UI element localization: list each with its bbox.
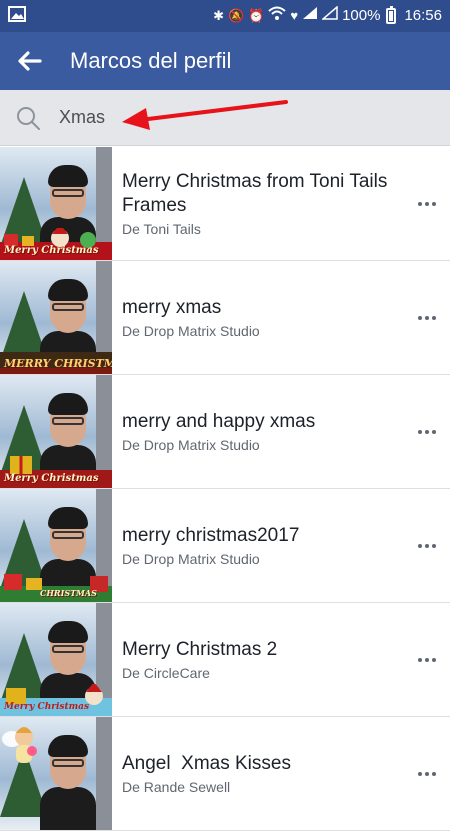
status-bar: ✱ 🔕 ⏰ ♥ 100% 16:56 [0,0,450,32]
frame-title: merry christmas2017 [122,525,300,546]
signal-icon [302,6,318,25]
angel-icon [2,727,37,763]
battery-icon [386,5,397,24]
back-arrow-icon [18,51,42,71]
frame-author: De Drop Matrix Studio [122,323,260,339]
search-input[interactable] [59,107,399,128]
frame-author: De Rande Sewell [122,779,231,795]
gallery-notification-icon [8,6,26,26]
more-icon [418,201,436,206]
frame-author: De Drop Matrix Studio [122,437,260,453]
bluetooth-icon: ✱ [213,7,224,23]
battery-percent: 100% [342,7,381,24]
frame-title: Angel Xmas Kisses [122,753,291,774]
frames-list: Merry Christmas Merry Christmas from Ton… [0,147,450,831]
more-icon [418,315,436,320]
clock: 16:56 [404,7,442,24]
frame-thumbnail: Merry Christmas [0,147,112,260]
mute-icon: 🔕 [227,7,245,23]
signal-icon-2 [321,5,338,25]
more-options-button[interactable] [404,640,450,680]
frame-thumbnail [0,717,112,830]
frame-caption: Merry Christmas [4,702,90,712]
page-title: Marcos del perfil [70,48,232,73]
more-icon [418,657,436,662]
app-bar: Marcos del perfil [0,32,450,90]
more-icon [418,543,436,548]
search-icon [17,106,40,130]
more-options-button[interactable] [404,526,450,566]
more-options-button[interactable] [404,754,450,794]
more-options-button[interactable] [404,298,450,338]
heart-icon: ♥ [290,7,299,23]
list-item[interactable]: CHRISTMAS merry christmas2017 De Drop Ma… [0,489,450,603]
list-item[interactable]: Merry Christmas Merry Christmas 2 De Cir… [0,603,450,717]
more-icon [418,429,436,434]
frame-caption: Merry Christmas [4,473,99,484]
frame-caption: MERRY CHRISTMAS [4,357,112,370]
frame-author: De Toni Tails [122,221,201,237]
list-item[interactable]: Angel Xmas Kisses De Rande Sewell [0,717,450,831]
search-bar [0,90,450,146]
frame-thumbnail: CHRISTMAS [0,489,112,602]
more-icon [418,771,436,776]
frame-author: De CircleCare [122,665,210,681]
alarm-icon: ⏰ [248,7,265,23]
back-button[interactable] [0,32,60,90]
frame-title: Merry Christmas 2 [122,639,278,660]
frame-author: De Drop Matrix Studio [122,551,260,567]
frame-thumbnail: Merry Christmas [0,603,112,716]
more-options-button[interactable] [404,412,450,452]
list-item[interactable]: Merry Christmas merry and happy xmas De … [0,375,450,489]
frame-caption: Merry Christmas [4,245,99,256]
frame-title: Merry Christmas from Toni Tails Frames [122,171,388,216]
frame-thumbnail: MERRY CHRISTMAS [0,261,112,374]
frame-caption: CHRISTMAS [40,588,97,598]
more-options-button[interactable] [404,184,450,224]
list-item[interactable]: Merry Christmas Merry Christmas from Ton… [0,147,450,261]
frame-thumbnail: Merry Christmas [0,375,112,488]
wifi-icon [268,6,287,25]
list-item[interactable]: MERRY CHRISTMAS merry xmas De Drop Matri… [0,261,450,375]
frame-title: merry and happy xmas [122,411,316,432]
frame-title: merry xmas [122,297,222,318]
